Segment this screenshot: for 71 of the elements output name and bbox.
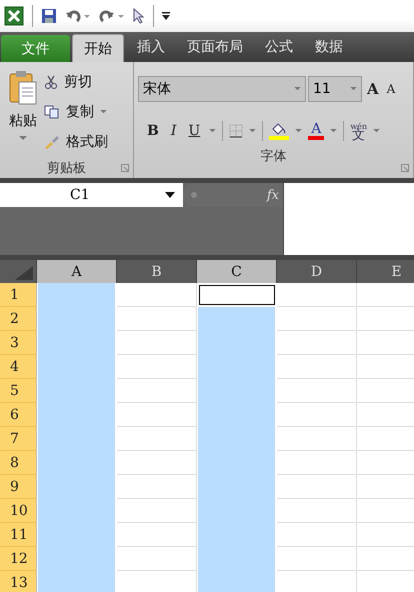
row-header[interactable]: 7	[0, 427, 37, 451]
caret-icon	[100, 110, 107, 114]
caret-icon[interactable]	[209, 129, 216, 133]
paste-button[interactable]: 粘贴	[0, 62, 44, 158]
spreadsheet-app-icon[interactable]	[4, 6, 24, 26]
group-label: 剪贴板	[47, 160, 86, 177]
scissors-icon	[44, 75, 58, 89]
customize-dropdown-icon[interactable]	[162, 12, 170, 20]
row-header[interactable]: 9	[0, 475, 37, 499]
selected-cell[interactable]	[37, 571, 117, 592]
name-box[interactable]: C1	[0, 183, 183, 207]
grow-font-button[interactable]: A	[364, 80, 382, 98]
dialog-launcher-icon[interactable]	[121, 164, 129, 172]
format-painter-button[interactable]: 格式刷	[44, 130, 108, 154]
caret-icon	[165, 192, 175, 198]
shrink-font-button[interactable]: A	[384, 82, 398, 96]
row-header[interactable]: 6	[0, 403, 37, 427]
column-header[interactable]: E	[357, 260, 414, 283]
clipboard-icon	[8, 70, 38, 106]
active-cell[interactable]	[197, 283, 277, 307]
font-color-button[interactable]: A	[308, 122, 324, 140]
ribbon-tab[interactable]: 开始	[72, 34, 124, 62]
column-header[interactable]: C	[197, 260, 277, 283]
selected-cell[interactable]	[37, 283, 117, 307]
ribbon-tab[interactable]: 页面布局	[176, 32, 254, 62]
bold-button[interactable]: B	[144, 123, 162, 139]
caret-icon	[350, 87, 357, 91]
font-name-dropdown[interactable]: 宋体	[138, 76, 306, 102]
ribbon-tab[interactable]: 插入	[126, 32, 176, 62]
row-header[interactable]: 5	[0, 379, 37, 403]
ribbon-tab[interactable]: 公式	[254, 32, 304, 62]
file-tab[interactable]: 文件	[1, 35, 70, 62]
row-header[interactable]: 1	[0, 283, 37, 307]
underline-button[interactable]: U	[185, 123, 204, 139]
row-header[interactable]: 11	[0, 523, 37, 547]
triangle-icon	[15, 266, 33, 280]
pointer-icon[interactable]	[133, 8, 145, 24]
caret-icon[interactable]	[295, 129, 302, 133]
fill-color-icon[interactable]	[269, 122, 290, 140]
cut-button[interactable]: 剪切	[44, 70, 108, 94]
row-header[interactable]: 3	[0, 331, 37, 355]
caret-icon	[19, 136, 27, 141]
selected-cell[interactable]	[197, 571, 277, 592]
row-header[interactable]: 12	[0, 547, 37, 571]
row-header[interactable]: 10	[0, 499, 37, 523]
group-label: 字体	[260, 148, 286, 165]
row-header[interactable]: 4	[0, 355, 37, 379]
caret-icon[interactable]	[249, 129, 256, 133]
caret-icon[interactable]	[330, 129, 338, 133]
save-icon[interactable]	[41, 8, 57, 24]
row-header[interactable]: 2	[0, 307, 37, 331]
row-header[interactable]: 13	[0, 571, 37, 592]
caret-icon[interactable]	[373, 129, 380, 133]
insert-function-button[interactable]: fx	[266, 188, 279, 202]
brush-icon	[44, 135, 60, 149]
copy-icon	[44, 105, 60, 119]
ribbon-tab[interactable]: 数据	[304, 32, 354, 62]
phonetic-button[interactable]: wén 文	[350, 122, 368, 140]
redo-icon[interactable]	[99, 8, 125, 24]
undo-icon[interactable]	[65, 8, 91, 24]
column-header[interactable]: D	[277, 260, 357, 283]
borders-icon[interactable]	[229, 124, 244, 138]
caret-icon	[294, 87, 301, 91]
formula-input[interactable]	[283, 183, 414, 255]
column-header[interactable]: A	[37, 260, 117, 283]
font-size-dropdown[interactable]: 11	[308, 76, 362, 102]
copy-button[interactable]: 复制	[44, 100, 108, 124]
italic-button[interactable]: I	[168, 123, 180, 139]
dialog-launcher-icon[interactable]	[401, 164, 409, 172]
row-header[interactable]: 8	[0, 451, 37, 475]
selected-cell[interactable]	[197, 307, 277, 331]
